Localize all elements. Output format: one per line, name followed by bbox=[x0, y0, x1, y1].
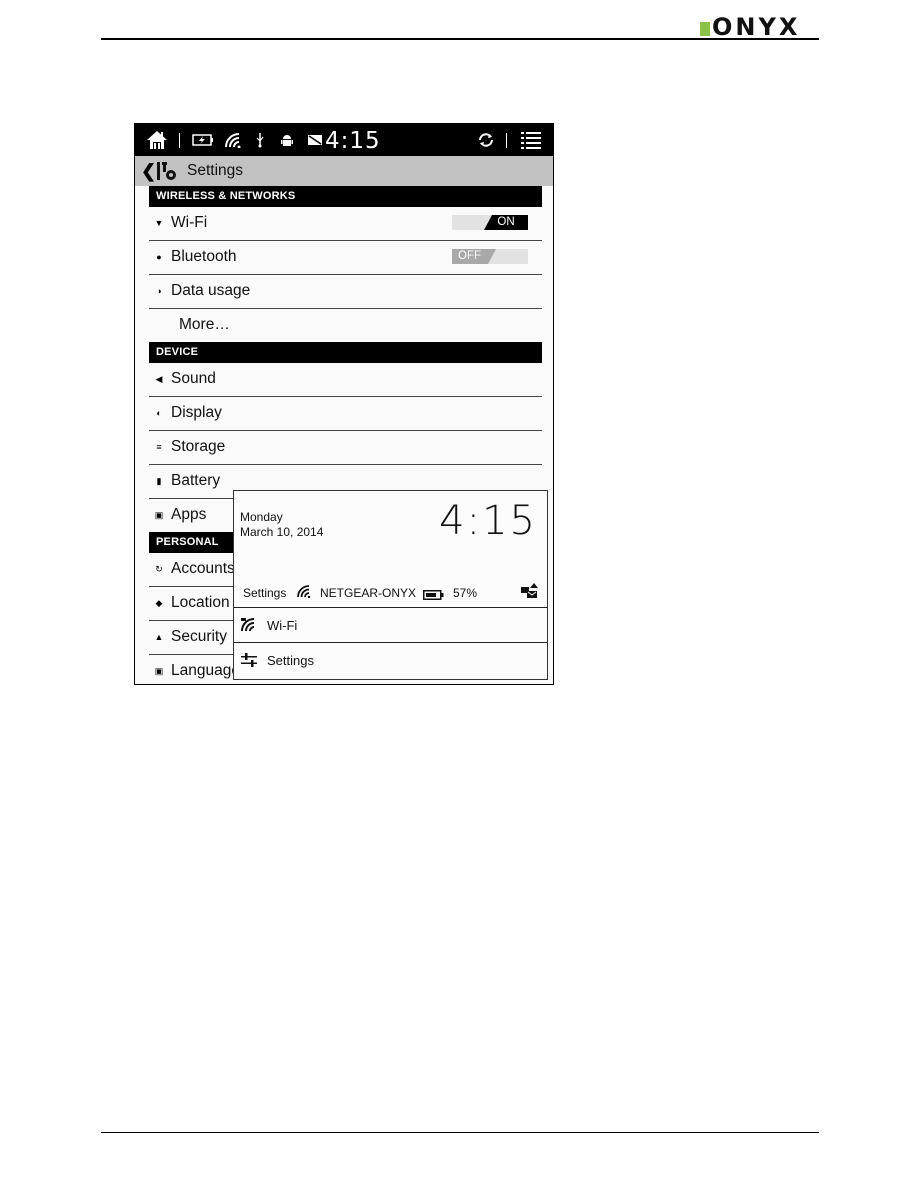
settings-item-more[interactable]: More… bbox=[149, 309, 542, 342]
message-icon bbox=[307, 124, 323, 156]
notification-message-icon[interactable] bbox=[521, 583, 539, 599]
wifi-icon bbox=[241, 618, 257, 632]
usb-icon bbox=[253, 124, 267, 156]
footer-rule bbox=[101, 1132, 819, 1133]
status-separator bbox=[179, 133, 180, 148]
logo-mark-icon bbox=[700, 22, 710, 36]
notification-clock: 4:15 bbox=[439, 498, 537, 544]
notification-panel: Monday March 10, 2014 4:15 Settings NETG… bbox=[233, 490, 548, 680]
settings-item-label: Apps bbox=[171, 506, 207, 523]
notification-row-label: Settings bbox=[267, 653, 314, 668]
android-debug-icon bbox=[279, 124, 295, 156]
settings-item-label: Bluetooth bbox=[171, 248, 237, 265]
status-separator bbox=[506, 133, 507, 148]
settings-item-wifi[interactable]: ▼ Wi-Fi ON bbox=[149, 207, 542, 241]
status-bar: 4:15 bbox=[135, 124, 553, 156]
battery-percent: 57% bbox=[453, 586, 478, 600]
notification-row-wifi[interactable]: Wi-Fi bbox=[234, 608, 547, 643]
settings-item-label: Sound bbox=[171, 370, 216, 387]
settings-item-label: Wi-Fi bbox=[171, 214, 208, 231]
settings-item-data-usage[interactable]: ◑ Data usage bbox=[149, 275, 542, 309]
action-bar: ❮ Settings bbox=[135, 156, 553, 186]
settings-item-label: Security bbox=[171, 628, 227, 645]
toggle-state: ON bbox=[484, 215, 528, 230]
status-time: 4:15 bbox=[325, 128, 381, 154]
notification-row-settings[interactable]: Settings bbox=[234, 643, 547, 677]
notification-day: Monday bbox=[240, 510, 283, 524]
settings-item-label: Language bbox=[171, 662, 240, 679]
settings-item-label: Data usage bbox=[171, 282, 251, 299]
page-title: Settings bbox=[187, 162, 244, 179]
bluetooth-icon: ● bbox=[156, 252, 162, 262]
header-rule bbox=[101, 38, 819, 40]
battery-charging-icon bbox=[423, 587, 444, 600]
sound-icon: ◀ bbox=[155, 374, 163, 384]
settings-item-bluetooth[interactable]: ● Bluetooth OFF bbox=[149, 241, 542, 275]
wifi-icon bbox=[223, 124, 243, 156]
sync-icon: ↻ bbox=[155, 564, 163, 574]
status-settings-label[interactable]: Settings bbox=[243, 586, 286, 600]
settings-item-sound[interactable]: ◀ Sound bbox=[149, 363, 542, 397]
chevron-left-icon[interactable]: ❮ bbox=[141, 161, 156, 182]
apps-icon: ▣ bbox=[154, 510, 164, 520]
storage-icon: ≡ bbox=[156, 442, 162, 452]
location-icon: ◆ bbox=[155, 598, 163, 608]
settings-item-storage[interactable]: ≡ Storage bbox=[149, 431, 542, 465]
wifi-icon bbox=[297, 585, 312, 599]
sliders-icon bbox=[241, 653, 257, 667]
home-icon[interactable] bbox=[145, 124, 169, 156]
onyx-logo: ONYX bbox=[700, 14, 800, 40]
settings-item-label: Location bbox=[171, 594, 230, 611]
battery-icon: ▮ bbox=[156, 476, 162, 486]
settings-item-label: Storage bbox=[171, 438, 226, 455]
battery-charging-icon bbox=[191, 124, 215, 156]
toggle-state: OFF bbox=[452, 249, 496, 264]
wifi-ssid: NETGEAR-ONYX bbox=[320, 586, 417, 600]
notification-status-row: Settings NETGEAR-ONYX 57% bbox=[234, 577, 547, 608]
menu-icon[interactable] bbox=[519, 124, 543, 156]
sync-icon[interactable] bbox=[475, 124, 497, 156]
settings-tools-icon bbox=[155, 160, 179, 182]
lock-icon: ▲ bbox=[154, 632, 164, 642]
wifi-toggle[interactable]: ON bbox=[452, 215, 528, 230]
settings-item-label: Battery bbox=[171, 472, 221, 489]
settings-item-label: Display bbox=[171, 404, 222, 421]
settings-item-display[interactable]: ◐ Display bbox=[149, 397, 542, 431]
notification-row-label: Wi-Fi bbox=[267, 618, 298, 633]
section-header-device: DEVICE bbox=[149, 342, 542, 363]
logo-text: ONYX bbox=[712, 13, 801, 41]
wifi-icon: ▼ bbox=[154, 218, 164, 228]
settings-item-label: Accounts bbox=[171, 560, 235, 577]
data-usage-icon: ◑ bbox=[156, 286, 162, 296]
display-icon: ◐ bbox=[156, 408, 162, 418]
bluetooth-toggle[interactable]: OFF bbox=[452, 249, 528, 264]
section-header-wireless: WIRELESS & NETWORKS bbox=[149, 186, 542, 207]
notification-date: March 10, 2014 bbox=[240, 525, 324, 539]
language-icon: ▣ bbox=[154, 666, 164, 676]
settings-item-label: More… bbox=[179, 316, 230, 333]
